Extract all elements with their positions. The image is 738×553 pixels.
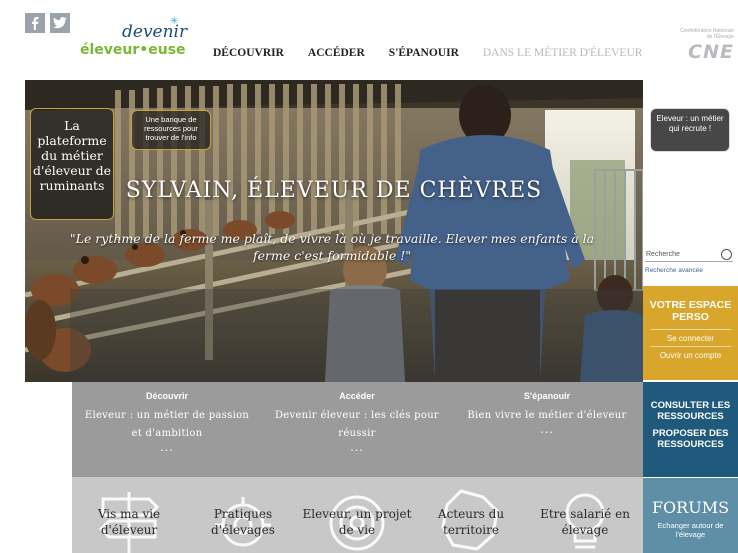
category-description[interactable]: Devenir éleveur : les clés pour réussir xyxy=(262,401,452,443)
resources-panel: CONSULTER LES RESSOURCES PROPOSER DES RE… xyxy=(643,382,738,477)
platform-box[interactable]: La plateforme du métier d'éleveur de rum… xyxy=(30,108,114,220)
search-input[interactable]: Recherche xyxy=(645,248,733,262)
more-link[interactable]: ... xyxy=(72,440,262,453)
nav-decouvrir[interactable]: DÉCOUVRIR xyxy=(213,47,284,59)
register-link[interactable]: Ouvrir un compte xyxy=(643,347,738,363)
main-nav: DÉCOUVRIR ACCÉDER S'ÉPANOUIR DANS LE MÉT… xyxy=(213,47,666,59)
more-link[interactable]: ... xyxy=(262,440,452,453)
recruitment-box[interactable]: Eleveur : un métier qui recrute ! xyxy=(650,108,730,152)
search-placeholder: Recherche xyxy=(646,251,680,258)
hero-title: SYLVAIN, ÉLEVEUR DE CHÈVRES xyxy=(125,178,543,203)
personal-space-panel: VOTRE ESPACE PERSO Se connecter Ouvrir u… xyxy=(643,286,738,380)
cne-title: CNE xyxy=(688,41,734,63)
propose-resources-link[interactable]: PROPOSER DES RESSOURCES xyxy=(643,428,738,450)
theme-pratiques[interactable]: Pratiques d'élevages xyxy=(186,477,300,553)
quote-band xyxy=(70,289,643,382)
forums-subtitle: Echanger autour de l'élevage xyxy=(657,521,724,539)
theme-salarie[interactable]: Etre salarié en élevage xyxy=(528,477,642,553)
site-logo[interactable]: devenir ✳ éleveur•euse xyxy=(80,16,195,62)
social-links xyxy=(25,13,70,33)
nav-dans-le-metier[interactable]: DANS LE MÉTIER D'ÉLEVEUR xyxy=(483,47,643,59)
theme-vis-ma-vie[interactable]: Vis ma vie d'éleveur xyxy=(72,477,186,553)
category-decouvrir[interactable]: Découvrir Eleveur : un métier de passion… xyxy=(72,382,262,453)
forums-panel[interactable]: FORUMS Echanger autour de l'élevage xyxy=(643,478,738,553)
category-epanouir[interactable]: S'épanouir Bien vivre le métier d'éleveu… xyxy=(452,382,642,435)
advanced-search-link[interactable]: Recherche avancée xyxy=(645,267,703,274)
category-heading: Découvrir xyxy=(145,391,189,401)
twitter-icon[interactable] xyxy=(50,13,70,33)
categories-band: Découvrir Eleveur : un métier de passion… xyxy=(72,382,643,477)
theme-label: Pratiques d'élevages xyxy=(211,507,275,537)
page: devenir ✳ éleveur•euse DÉCOUVRIR ACCÉDER… xyxy=(0,0,738,553)
left-gutter xyxy=(0,382,72,553)
cne-subtitle: Confédération Nationale de l'Élevage xyxy=(680,28,734,40)
category-acceder[interactable]: Accéder Devenir éleveur : les clés pour … xyxy=(262,382,452,453)
theme-projet-de-vie[interactable]: Eleveur, un projet de vie xyxy=(300,477,414,553)
category-heading: Accéder xyxy=(339,391,375,401)
cne-logo[interactable]: Confédération Nationale de l'Élevage CNE xyxy=(676,28,734,63)
logo-bottom-text: éleveur•euse xyxy=(80,42,186,58)
consult-resources-link[interactable]: CONSULTER LES RESSOURCES xyxy=(643,382,738,422)
search-icon[interactable] xyxy=(721,249,732,260)
category-heading: S'épanouir xyxy=(523,391,571,401)
themes-band: Vis ma vie d'éleveur Pratiques d'élevage… xyxy=(72,477,643,553)
hero-quote: "Le rythme de la ferme me plaît, de vivr… xyxy=(69,231,595,263)
login-link[interactable]: Se connecter xyxy=(643,330,738,346)
nav-epanouir[interactable]: S'ÉPANOUIR xyxy=(389,47,459,59)
theme-label: Vis ma vie d'éleveur xyxy=(97,507,161,537)
more-link[interactable]: ... xyxy=(452,422,642,435)
nav-acceder[interactable]: ACCÉDER xyxy=(308,47,365,59)
forums-title: FORUMS xyxy=(651,498,730,517)
theme-label: Etre salarié en élevage xyxy=(540,507,630,537)
resource-bank-box[interactable]: Une banque de ressources pour trouver de… xyxy=(131,110,211,150)
theme-label: Acteurs du territoire xyxy=(437,507,505,537)
theme-label: Eleveur, un projet de vie xyxy=(302,507,412,537)
logo-star-icon: ✳ xyxy=(170,16,179,27)
theme-acteurs[interactable]: Acteurs du territoire xyxy=(414,477,528,553)
facebook-icon[interactable] xyxy=(25,13,45,33)
personal-space-title: VOTRE ESPACE PERSO xyxy=(649,299,732,323)
category-description[interactable]: Eleveur : un métier de passion et d'ambi… xyxy=(72,401,262,443)
